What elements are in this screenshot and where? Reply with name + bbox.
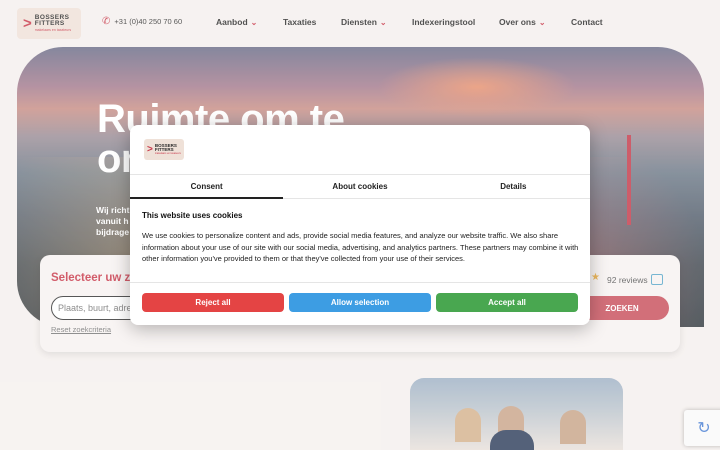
dialog-logo: > BOSSERS FITTERS makelaars en taxateurs xyxy=(144,139,184,160)
reject-all-button[interactable]: Reject all xyxy=(142,293,284,312)
cookie-consent-dialog: > BOSSERS FITTERS makelaars en taxateurs… xyxy=(130,125,590,325)
consent-tabs: Consent About cookies Details xyxy=(130,174,590,199)
consent-body: We use cookies to personalize content an… xyxy=(142,231,579,263)
divider xyxy=(130,282,590,283)
logo-chevron-icon: > xyxy=(147,143,153,155)
logo-tagline: makelaars en taxateurs xyxy=(154,151,181,155)
accept-all-button[interactable]: Accept all xyxy=(436,293,578,312)
tab-consent[interactable]: Consent xyxy=(130,175,284,199)
tab-about-cookies[interactable]: About cookies xyxy=(283,175,436,198)
consent-heading: This website uses cookies xyxy=(142,211,243,220)
tab-details[interactable]: Details xyxy=(437,175,590,198)
allow-selection-button[interactable]: Allow selection xyxy=(289,293,431,312)
